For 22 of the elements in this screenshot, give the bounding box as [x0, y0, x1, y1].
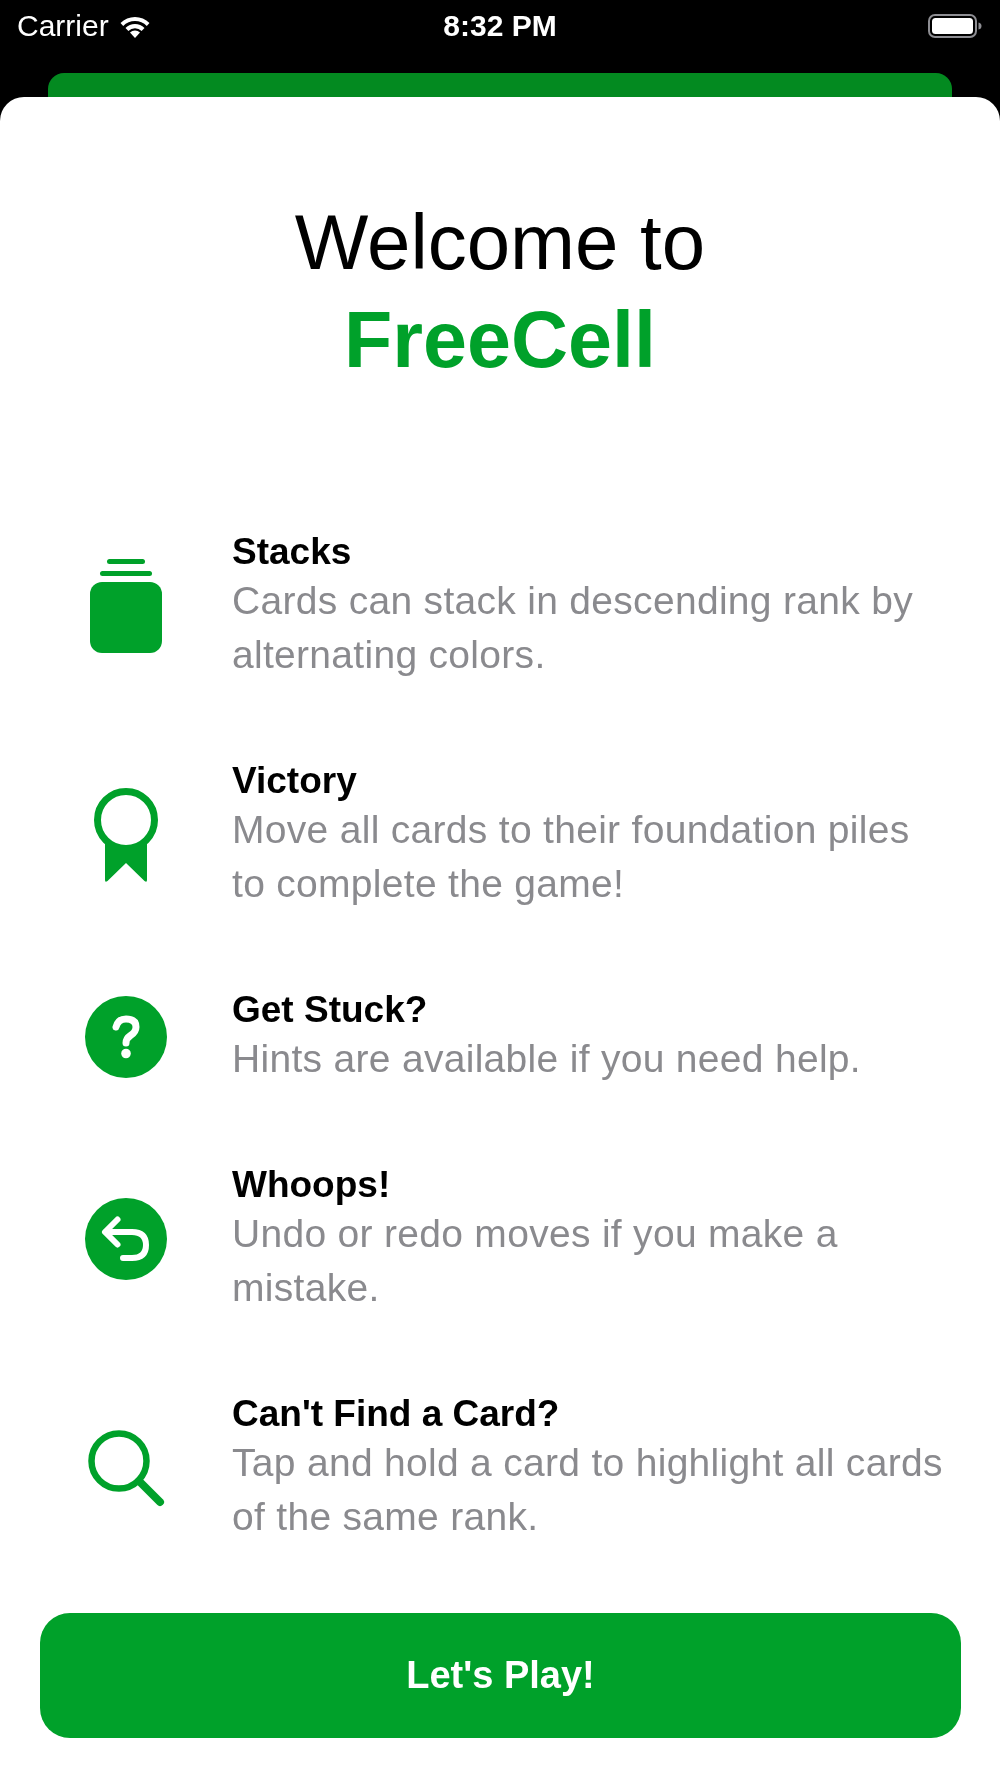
wifi-icon [118, 14, 151, 38]
feature-title: Victory [232, 759, 358, 803]
feature-description: Move all cards to their foundation piles to complete the game! [232, 807, 911, 907]
battery-icon [928, 14, 982, 38]
search-icon [87, 1429, 165, 1507]
feature-title: Can't Find a Card? [232, 1392, 561, 1436]
help-icon [85, 996, 167, 1078]
card-stack-icon [90, 559, 162, 653]
welcome-title: Welcome to [294, 197, 706, 288]
lets-play-button[interactable]: Let's Play! [40, 1613, 961, 1738]
clock-time: 8:32 PM [443, 8, 557, 44]
feature-description: Tap and hold a card to highlight all cards of the same rank. [232, 1440, 944, 1540]
feature-title: Get Stuck? [232, 988, 429, 1032]
feature-description: Cards can stack in descending rank by alternating colors. [232, 578, 914, 678]
app-name-title: FreeCell [344, 294, 656, 386]
feature-title: Stacks [232, 530, 353, 574]
feature-description: Undo or redo moves if you make a mistake. [232, 1211, 839, 1311]
award-ribbon-icon [92, 787, 160, 883]
undo-icon [85, 1198, 167, 1280]
feature-title: Whoops! [232, 1163, 392, 1207]
feature-description: Hints are available if you need help. [232, 1036, 862, 1082]
carrier-label: Carrier [17, 8, 109, 44]
